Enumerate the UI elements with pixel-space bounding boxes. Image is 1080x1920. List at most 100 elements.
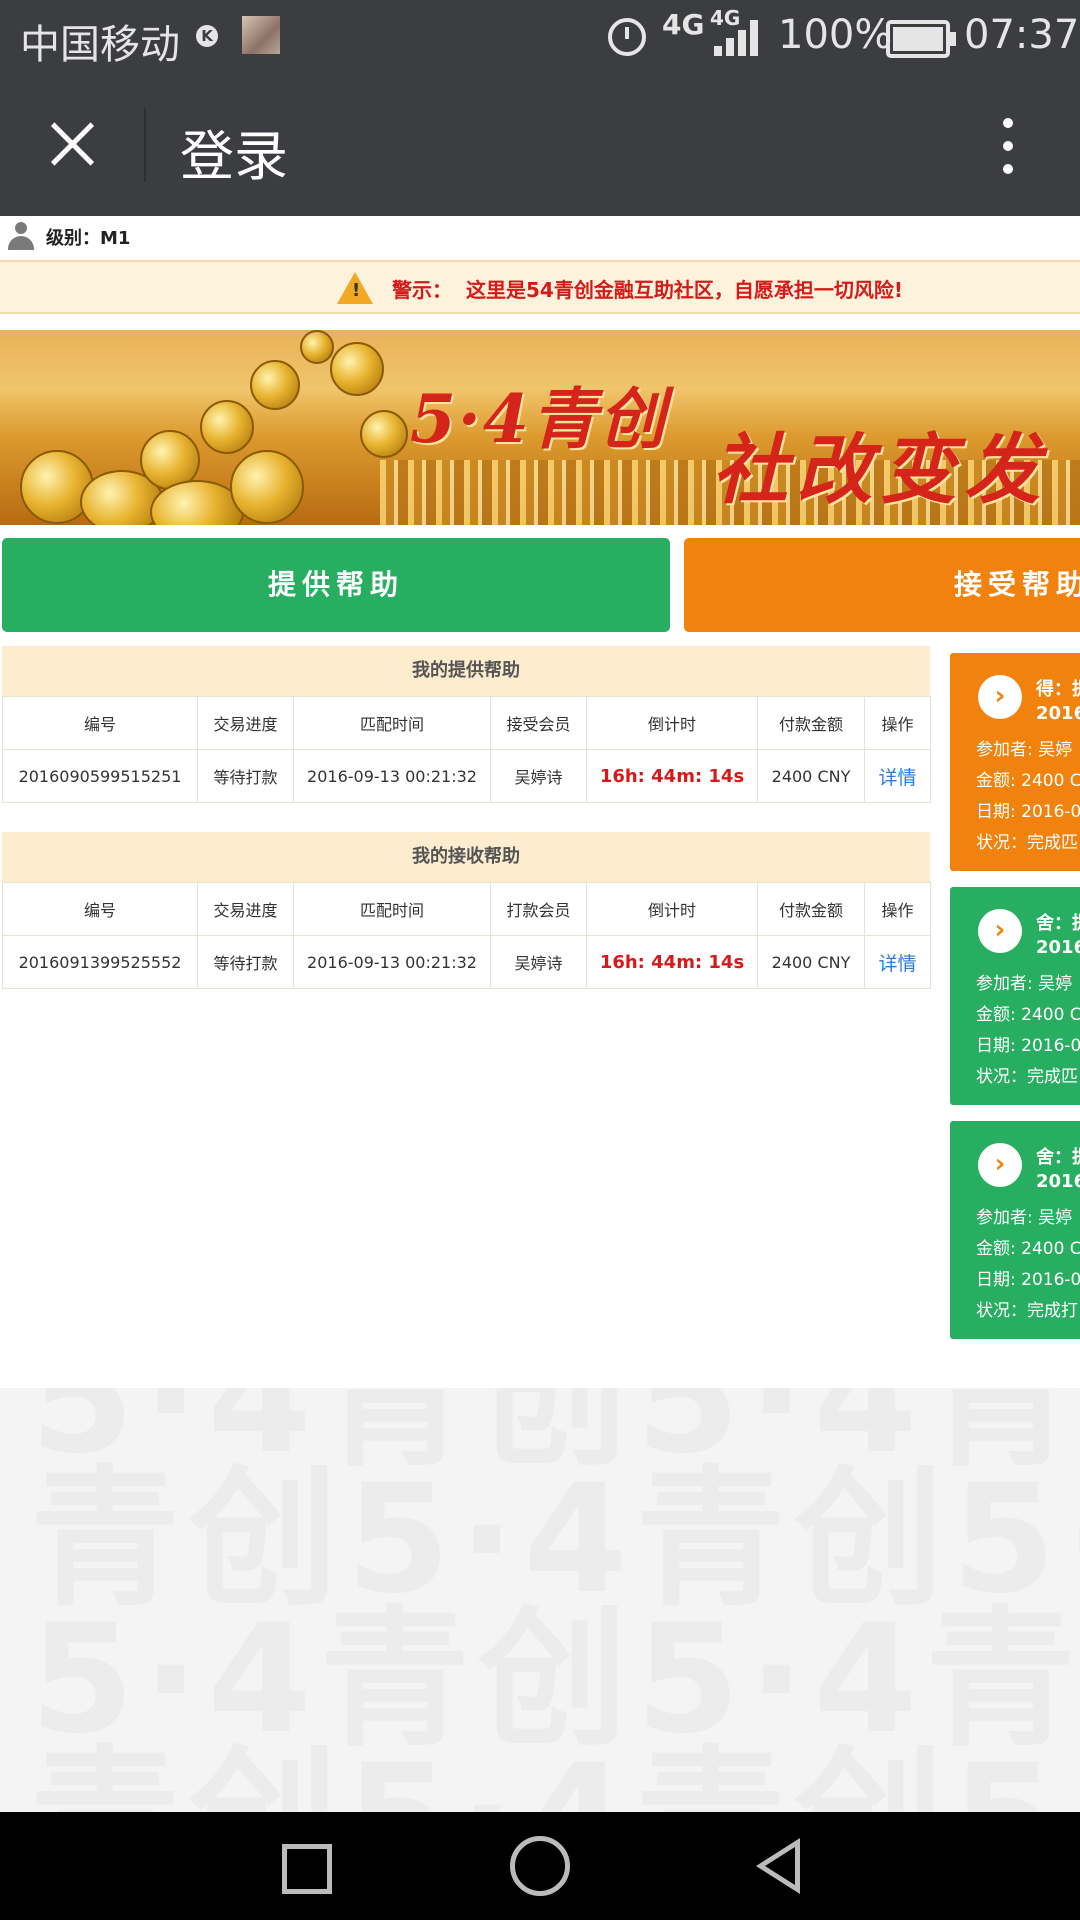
column-header: 编号 bbox=[2, 882, 198, 936]
countdown: 16h: 44m: 14s bbox=[586, 935, 758, 989]
receive-help-table: 编号 交易进度 匹配时间 打款会员 倒计时 付款金额 操作 2016091399… bbox=[2, 882, 931, 989]
column-header: 匹配时间 bbox=[293, 882, 491, 936]
detail-link[interactable]: 详情 bbox=[864, 749, 931, 803]
alarm-icon bbox=[608, 18, 646, 56]
member-name: 吴婷诗 bbox=[490, 935, 587, 989]
background-watermark: 5·4青创5·4青 青创5·4青创5· 5·4青创5·4青 青创5·4青创5· bbox=[0, 1388, 1080, 1812]
trade-status: 等待打款 bbox=[197, 749, 294, 803]
receive-help-label: 接受帮助 bbox=[954, 568, 1080, 601]
promo-banner[interactable]: 5·4青创 社改变发 bbox=[0, 330, 1080, 525]
match-time: 2016-09-13 00:21:32 bbox=[293, 935, 491, 989]
warning-text: 警示： 这里是54青创金融互助社区，自愿承担一切风险! bbox=[392, 274, 903, 303]
banner-slogan-primary: 5·4青创 bbox=[410, 380, 667, 458]
notification-k-icon: K bbox=[196, 25, 218, 47]
card-participant: 参加者: 吴婷 bbox=[976, 740, 1073, 760]
provide-panel-title: 我的提供帮助 bbox=[2, 646, 930, 696]
card-date: 2016 bbox=[1036, 1171, 1080, 1192]
notification-avatar-icon bbox=[242, 16, 280, 54]
watermark-line: 青创5·4青创5· bbox=[30, 1698, 1080, 1812]
network-4g-label: 4G bbox=[662, 8, 705, 41]
trade-status: 等待打款 bbox=[197, 935, 294, 989]
card-status: 状况：完成匹 bbox=[976, 1067, 1078, 1087]
recent-apps-icon[interactable] bbox=[282, 1844, 332, 1894]
record-card[interactable]: › 舍：提 2016 参加者: 吴婷 金额: 2400 C 日期: 2016-0… bbox=[950, 887, 1080, 1105]
card-participant: 参加者: 吴婷 bbox=[976, 1208, 1073, 1228]
match-time: 2016-09-13 00:21:32 bbox=[293, 749, 491, 803]
warning-label: 警示： bbox=[392, 278, 452, 302]
card-date: 2016 bbox=[1036, 937, 1080, 958]
provide-help-panel: 我的提供帮助 编号 交易进度 匹配时间 接受会员 倒计时 付款金额 操作 201… bbox=[2, 646, 931, 803]
battery-icon bbox=[886, 20, 956, 58]
order-id: 2016091399525552 bbox=[2, 935, 198, 989]
column-header: 编号 bbox=[2, 696, 198, 750]
clock: 07:37 bbox=[964, 12, 1080, 58]
card-date-line: 日期: 2016-0 bbox=[976, 802, 1080, 822]
user-level-row: 级别：M1 bbox=[0, 216, 1080, 260]
app-bar-divider bbox=[144, 108, 146, 182]
column-header: 交易进度 bbox=[197, 882, 294, 936]
user-level: 级别：M1 bbox=[46, 224, 130, 250]
column-header: 倒计时 bbox=[586, 882, 758, 936]
countdown: 16h: 44m: 14s bbox=[586, 749, 758, 803]
warning-message: 这里是54青创金融互助社区，自愿承担一切风险! bbox=[466, 278, 903, 302]
card-date: 2016 bbox=[1036, 703, 1080, 724]
gold-coins-image bbox=[0, 330, 408, 525]
home-icon[interactable] bbox=[510, 1836, 570, 1896]
card-title: 舍：提 bbox=[1036, 913, 1080, 934]
warning-icon: ! bbox=[337, 272, 373, 304]
order-id: 2016090599515251 bbox=[2, 749, 198, 803]
column-header: 操作 bbox=[864, 696, 931, 750]
battery-percent: 100% bbox=[778, 12, 893, 58]
record-card[interactable]: › 得：提 2016 参加者: 吴婷 金额: 2400 C 日期: 2016-0… bbox=[950, 653, 1080, 871]
card-status: 状况：完成匹 bbox=[976, 833, 1078, 853]
member-name: 吴婷诗 bbox=[490, 749, 587, 803]
column-header: 匹配时间 bbox=[293, 696, 491, 750]
table-row: 2016091399525552 等待打款 2016-09-13 00:21:3… bbox=[2, 935, 931, 989]
table-row: 2016090599515251 等待打款 2016-09-13 00:21:3… bbox=[2, 749, 931, 803]
user-icon bbox=[8, 222, 34, 252]
receive-panel-title: 我的接收帮助 bbox=[2, 832, 930, 882]
card-participant: 参加者: 吴婷 bbox=[976, 974, 1073, 994]
app-bar: 登录 bbox=[0, 72, 1080, 216]
receive-help-panel: 我的接收帮助 编号 交易进度 匹配时间 打款会员 倒计时 付款金额 操作 201… bbox=[2, 832, 931, 989]
banner-slogan-secondary: 社改变发 bbox=[712, 425, 1048, 514]
table-header-row: 编号 交易进度 匹配时间 接受会员 倒计时 付款金额 操作 bbox=[2, 696, 931, 750]
level-value: M1 bbox=[100, 228, 131, 249]
status-bar: 中国移动 K 4G 4G 100% 07:37 bbox=[0, 0, 1080, 72]
back-icon[interactable] bbox=[756, 1838, 800, 1894]
card-amount: 金额: 2400 C bbox=[976, 771, 1080, 791]
column-header: 交易进度 bbox=[197, 696, 294, 750]
provide-help-button[interactable]: 提供帮助 bbox=[2, 538, 670, 632]
card-status: 状况：完成打 bbox=[976, 1301, 1078, 1321]
level-label: 级别： bbox=[46, 228, 100, 249]
column-header: 打款会员 bbox=[490, 882, 587, 936]
payment-amount: 2400 CNY bbox=[757, 749, 865, 803]
record-card[interactable]: › 舍：提 2016 参加者: 吴婷 金额: 2400 C 日期: 2016-0… bbox=[950, 1121, 1080, 1339]
chevron-right-icon[interactable]: › bbox=[978, 1143, 1022, 1187]
card-amount: 金额: 2400 C bbox=[976, 1239, 1080, 1259]
main-content: 级别：M1 ! 警示： 这里是54青创金融互助社区，自愿承担一切风险! 5·4青创… bbox=[0, 216, 1080, 1389]
column-header: 倒计时 bbox=[586, 696, 758, 750]
provide-help-table: 编号 交易进度 匹配时间 接受会员 倒计时 付款金额 操作 2016090599… bbox=[2, 696, 931, 803]
close-icon[interactable] bbox=[40, 112, 104, 176]
column-header: 操作 bbox=[864, 882, 931, 936]
payment-amount: 2400 CNY bbox=[757, 935, 865, 989]
chevron-right-icon[interactable]: › bbox=[978, 675, 1022, 719]
column-header: 接受会员 bbox=[490, 696, 587, 750]
system-nav-bar bbox=[0, 1812, 1080, 1920]
more-options-icon[interactable] bbox=[990, 114, 1026, 178]
card-date-line: 日期: 2016-0 bbox=[976, 1036, 1080, 1056]
warning-bar: ! 警示： 这里是54青创金融互助社区，自愿承担一切风险! bbox=[0, 260, 1080, 314]
detail-link[interactable]: 详情 bbox=[864, 935, 931, 989]
card-title: 得：提 bbox=[1036, 679, 1080, 700]
column-header: 付款金额 bbox=[757, 696, 865, 750]
chevron-right-icon[interactable]: › bbox=[978, 909, 1022, 953]
card-date-line: 日期: 2016-0 bbox=[976, 1270, 1080, 1290]
receive-help-button[interactable]: 接受帮助 bbox=[684, 538, 1080, 632]
card-amount: 金额: 2400 C bbox=[976, 1005, 1080, 1025]
card-title: 舍：提 bbox=[1036, 1147, 1080, 1168]
signal-icon bbox=[712, 16, 762, 56]
carrier-name: 中国移动 bbox=[20, 22, 180, 68]
column-header: 付款金额 bbox=[757, 882, 865, 936]
table-header-row: 编号 交易进度 匹配时间 打款会员 倒计时 付款金额 操作 bbox=[2, 882, 931, 936]
